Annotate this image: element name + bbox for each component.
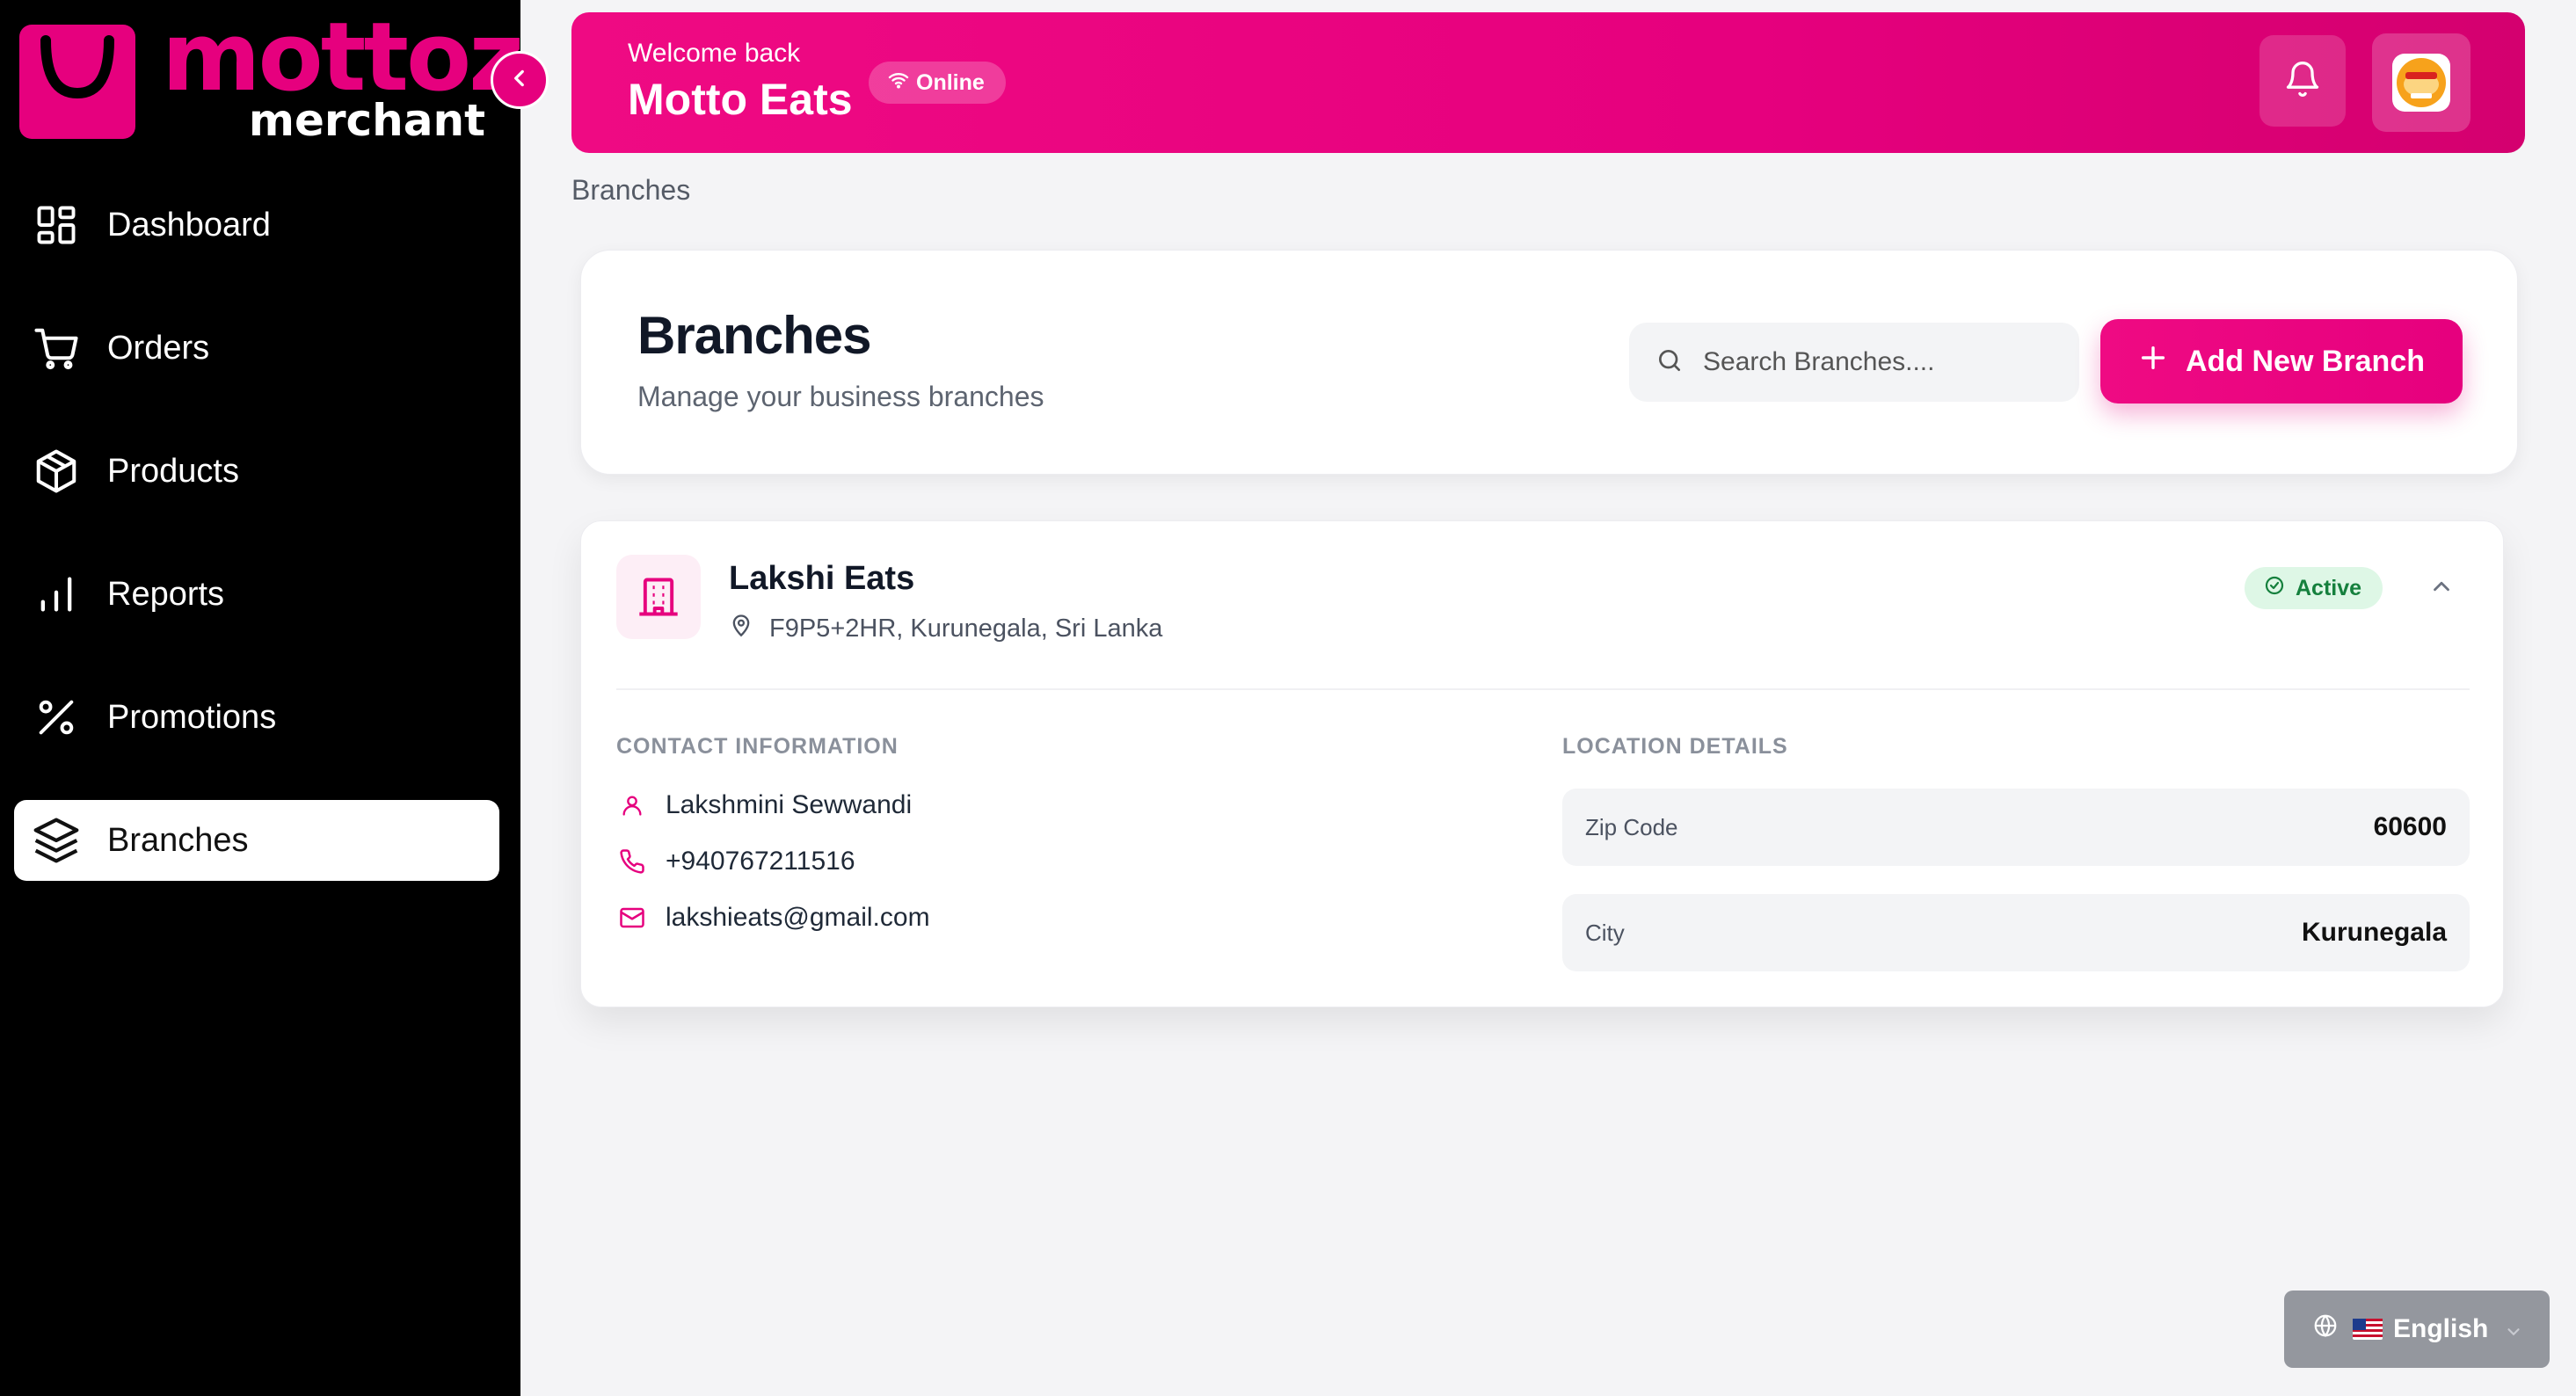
- building-icon: [616, 555, 701, 639]
- online-status-label: Online: [916, 69, 985, 95]
- store-avatar: [2392, 54, 2450, 112]
- sidebar-item-label: Dashboard: [107, 206, 271, 244]
- zip-code-row: Zip Code 60600: [1562, 789, 2470, 866]
- check-circle-icon: [2264, 575, 2296, 602]
- branch-address: F9P5+2HR, Kurunegala, Sri Lanka: [729, 613, 1162, 644]
- contact-info-heading: CONTACT INFORMATION: [616, 734, 899, 759]
- us-flag-icon: [2353, 1319, 2383, 1340]
- add-new-branch-label: Add New Branch: [2185, 344, 2426, 378]
- chevron-down-icon: [2504, 1319, 2523, 1349]
- contact-name: Lakshmini Sewwandi: [666, 790, 913, 819]
- wifi-icon: [888, 69, 916, 97]
- user-icon: [616, 793, 648, 818]
- sidebar-item-branches[interactable]: Branches: [14, 800, 499, 881]
- contact-phone-row: +940767211516: [616, 847, 855, 876]
- top-header: Welcome back Motto Eats Online: [571, 12, 2525, 153]
- city-value: Kurunegala: [2301, 918, 2447, 947]
- breadcrumb[interactable]: Branches: [571, 174, 690, 207]
- app-root: mottoz merchant Dashboard Orders Product…: [0, 0, 2576, 1396]
- sidebar-item-label: Products: [107, 452, 239, 490]
- brand-subtitle: merchant: [248, 95, 485, 146]
- brand-logo[interactable]: mottoz merchant: [19, 11, 524, 146]
- online-status-badge: Online: [869, 62, 1006, 104]
- zip-code-label: Zip Code: [1585, 813, 1678, 840]
- mail-icon: [616, 905, 648, 931]
- contact-email-row: lakshieats@gmail.com: [616, 903, 930, 933]
- profile-avatar-button[interactable]: [2372, 33, 2470, 132]
- sidebar-item-reports[interactable]: Reports: [14, 554, 499, 635]
- divider: [616, 688, 2470, 690]
- status-badge: Active: [2245, 567, 2383, 609]
- search-input[interactable]: [1703, 347, 2072, 377]
- city-label: City: [1585, 919, 1625, 946]
- sidebar-item-orders[interactable]: Orders: [14, 308, 499, 389]
- bar-chart-icon: [32, 570, 81, 619]
- page-title: Branches: [637, 306, 871, 365]
- contact-email[interactable]: lakshieats@gmail.com: [666, 903, 930, 933]
- sidebar-collapse-button[interactable]: [491, 51, 549, 109]
- chevron-up-icon: [2428, 573, 2455, 604]
- store-name: Motto Eats: [628, 75, 853, 124]
- phone-icon: [616, 848, 648, 875]
- notifications-button[interactable]: [2259, 35, 2346, 127]
- branch-name: Lakshi Eats: [729, 560, 915, 597]
- map-pin-icon: [729, 613, 769, 644]
- sidebar-item-dashboard[interactable]: Dashboard: [14, 185, 499, 265]
- contact-phone[interactable]: +940767211516: [666, 847, 855, 876]
- contact-person-row: Lakshmini Sewwandi: [616, 790, 912, 820]
- sidebar-item-label: Promotions: [107, 698, 277, 736]
- sidebar-nav: Dashboard Orders Products Reports Promot…: [14, 185, 499, 923]
- status-label: Active: [2296, 575, 2362, 600]
- plus-icon: [2138, 343, 2186, 381]
- page-subtitle: Manage your business branches: [637, 381, 1044, 412]
- branches-header-card: Branches Manage your business branches A…: [580, 250, 2518, 475]
- search-icon: [1655, 346, 1684, 379]
- branch-card: Lakshi Eats F9P5+2HR, Kurunegala, Sri La…: [580, 520, 2504, 1007]
- language-label: English: [2393, 1314, 2489, 1343]
- location-details-heading: LOCATION DETAILS: [1562, 734, 1788, 759]
- sidebar: mottoz merchant Dashboard Orders Product…: [0, 0, 524, 1396]
- sidebar-item-label: Branches: [107, 821, 249, 859]
- percent-icon: [32, 693, 81, 742]
- chevron-left-icon: [508, 67, 531, 94]
- shopping-bag-logo-icon: [19, 25, 135, 139]
- sidebar-item-promotions[interactable]: Promotions: [14, 677, 499, 758]
- collapse-branch-button[interactable]: [2422, 569, 2461, 607]
- sidebar-item-label: Reports: [107, 575, 225, 613]
- zip-code-value: 60600: [2373, 812, 2447, 841]
- branch-address-text: F9P5+2HR, Kurunegala, Sri Lanka: [769, 614, 1163, 643]
- cart-icon: [32, 324, 81, 373]
- dashboard-icon: [32, 200, 81, 250]
- welcome-text: Welcome back: [628, 39, 801, 68]
- language-select[interactable]: English: [2284, 1291, 2550, 1368]
- sidebar-item-label: Orders: [107, 329, 210, 367]
- city-row: City Kurunegala: [1562, 894, 2470, 971]
- brand-name: mottoz: [162, 3, 524, 113]
- search-branches-field[interactable]: [1629, 323, 2079, 402]
- box-icon: [32, 447, 81, 496]
- sidebar-item-products[interactable]: Products: [14, 431, 499, 512]
- bell-icon: [2283, 60, 2322, 103]
- layers-icon: [32, 816, 81, 865]
- add-new-branch-button[interactable]: Add New Branch: [2100, 319, 2463, 404]
- globe-icon: [2312, 1312, 2339, 1346]
